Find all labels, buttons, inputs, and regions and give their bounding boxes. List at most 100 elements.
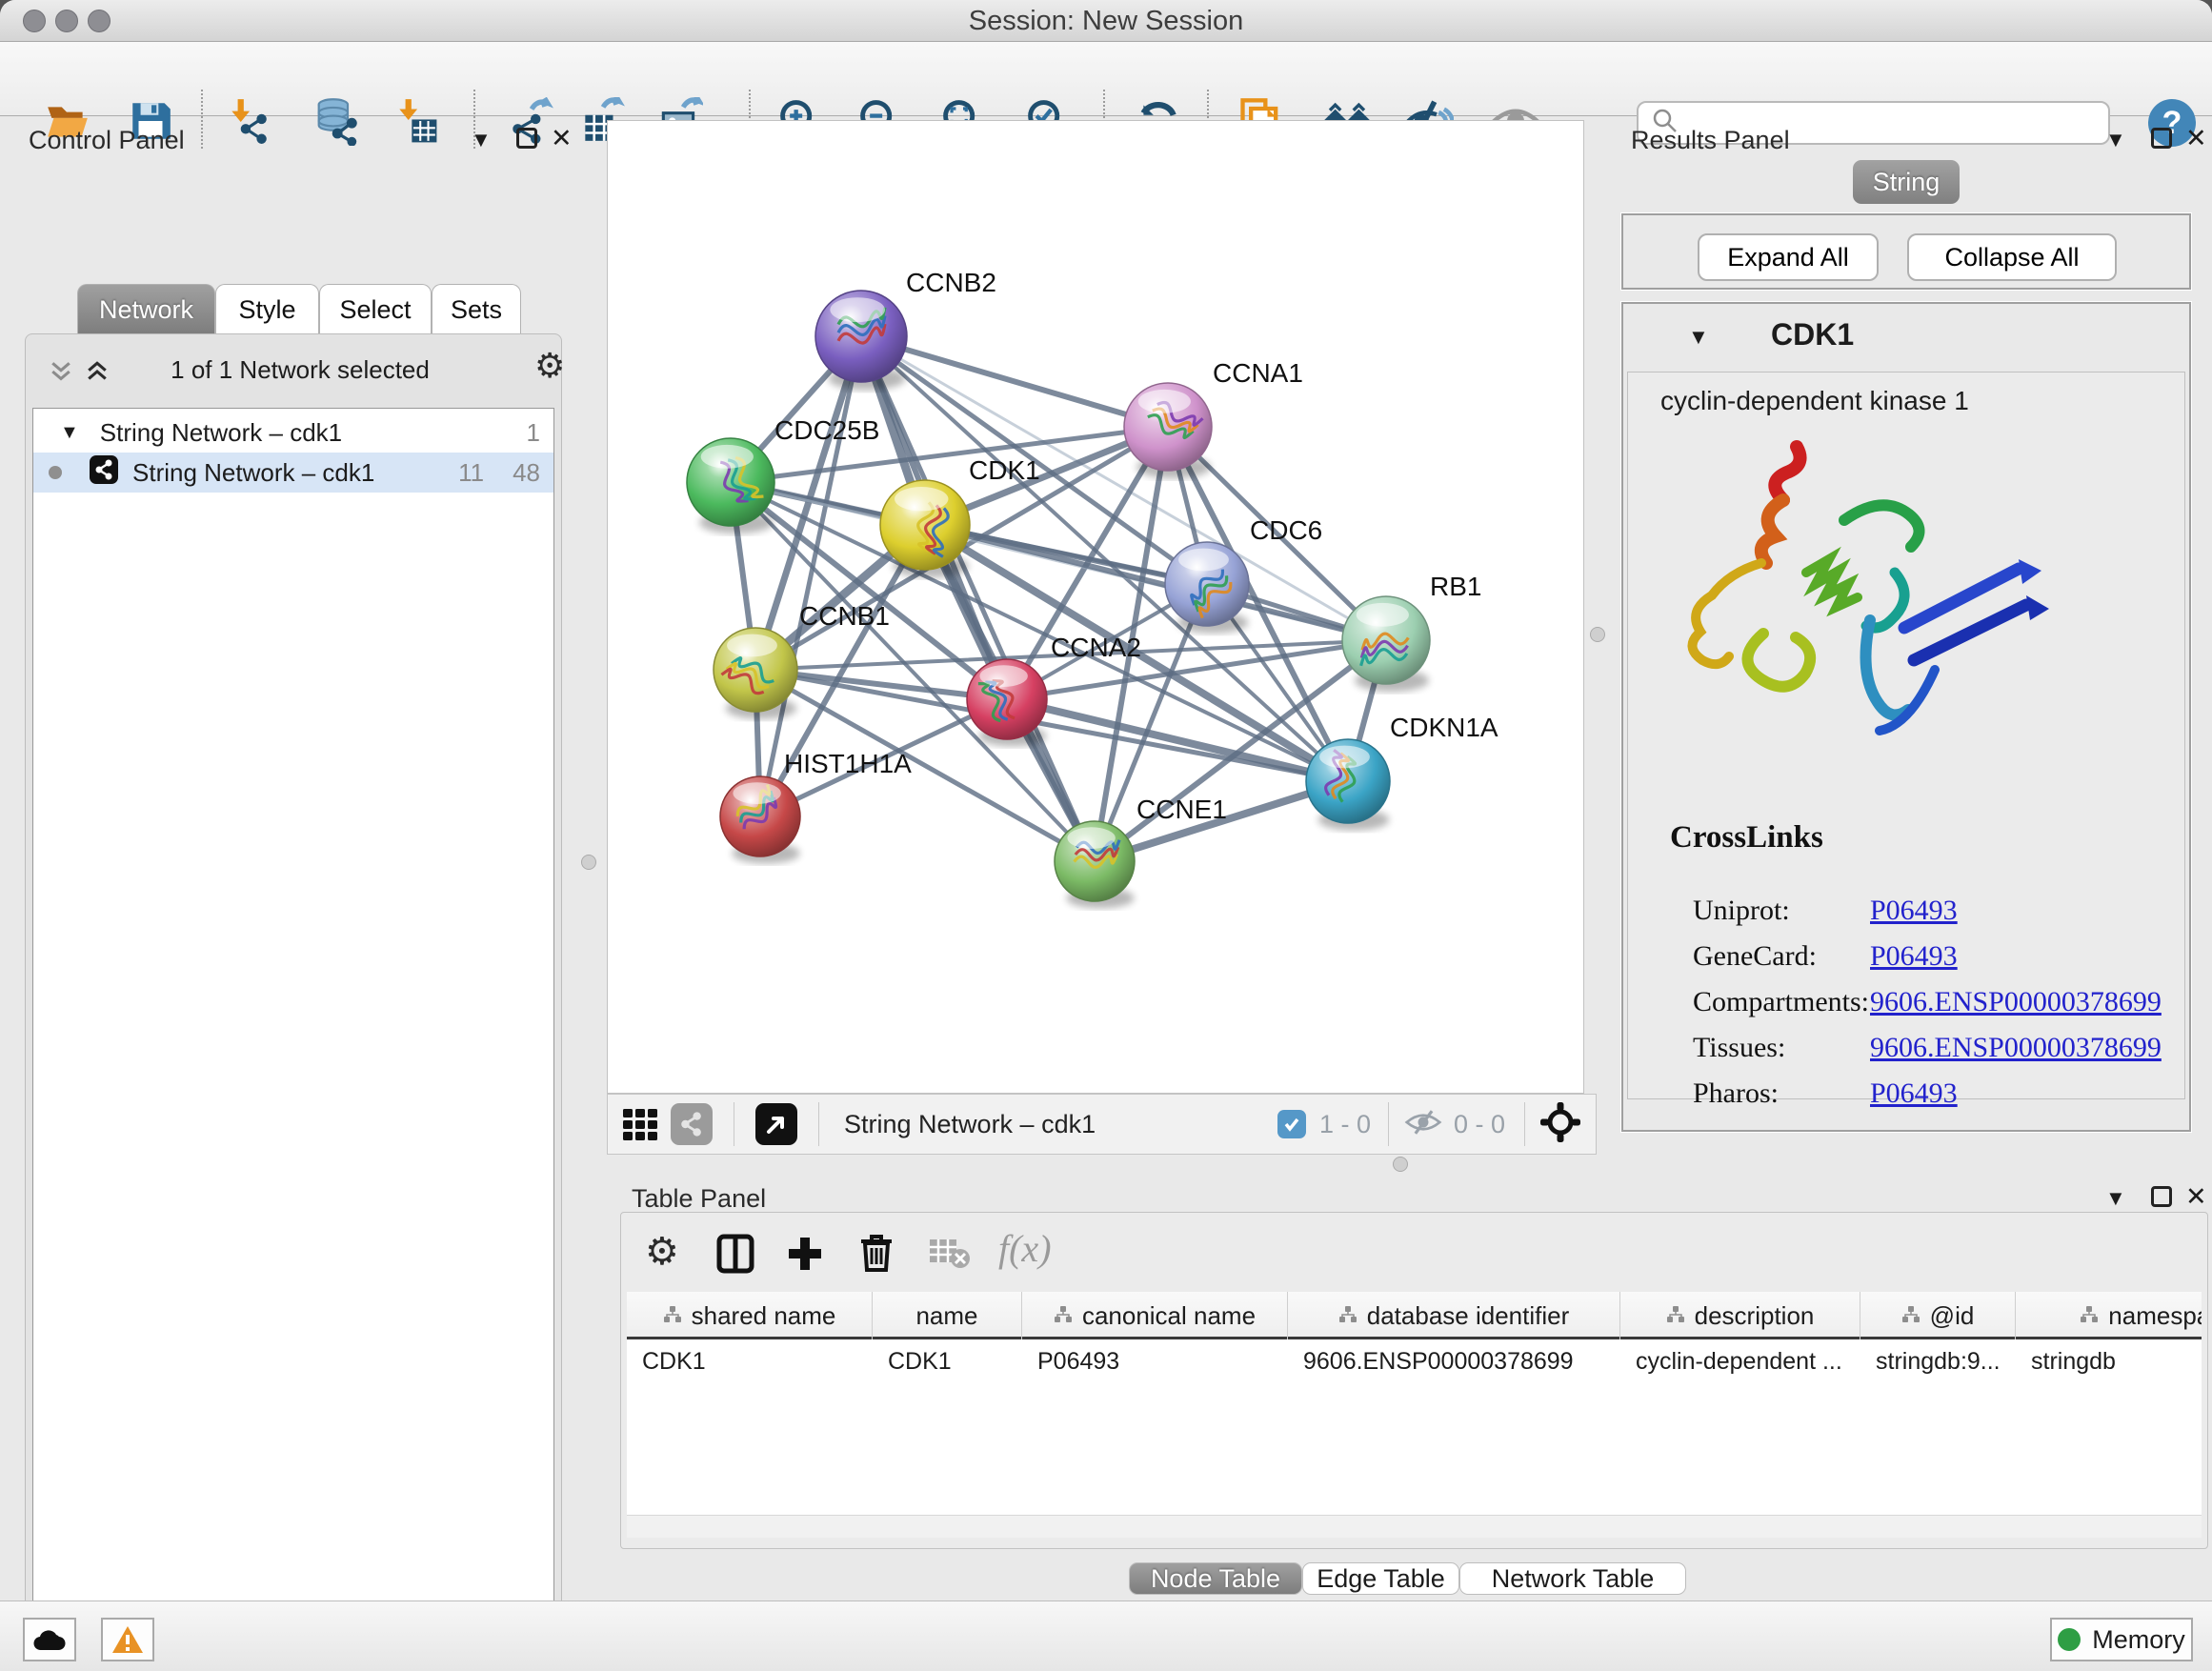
control-panel-title: Control Panel xyxy=(29,126,185,155)
float-panel-icon[interactable] xyxy=(2151,128,2172,149)
collapse-panel-icon[interactable]: ▼ xyxy=(2105,128,2126,152)
expand-all-networks-icon[interactable] xyxy=(47,357,75,391)
table-row[interactable]: CDK1CDK1P064939606.ENSP00000378699cyclin… xyxy=(627,1342,2202,1380)
selected-nodes-checkbox-icon[interactable] xyxy=(1277,1110,1306,1138)
node-label-CCNA1: CCNA1 xyxy=(1213,358,1303,388)
add-column-icon[interactable] xyxy=(785,1234,825,1278)
crosslinks-heading: CrossLinks xyxy=(1670,820,1823,856)
network-canvas[interactable]: CCNB2CCNA1CDC25BCDK1CDC6RB1CCNB1CCNA2CDK… xyxy=(607,120,1584,1094)
column-hierarchy-icon xyxy=(663,1301,682,1331)
network-label: String Network – cdk1 xyxy=(132,458,374,488)
node-label-CDKN1A: CDKN1A xyxy=(1390,713,1498,742)
selected-count: 1 - 0 xyxy=(1319,1110,1371,1139)
cloud-button[interactable] xyxy=(23,1618,76,1661)
tab-string[interactable]: String xyxy=(1853,160,1960,204)
network-node-CDC6[interactable] xyxy=(1165,542,1249,634)
column-header-database-identifier[interactable]: database identifier xyxy=(1288,1292,1620,1339)
network-view-title: String Network – cdk1 xyxy=(844,1110,1096,1139)
network-node-count: 11 xyxy=(458,458,484,488)
tree-expander-icon[interactable]: ▼ xyxy=(60,422,79,444)
gene-symbol: CDK1 xyxy=(1771,317,1854,352)
column-hierarchy-icon xyxy=(1054,1301,1073,1331)
network-node-CCNA1[interactable] xyxy=(1124,383,1212,478)
delete-table-icon[interactable] xyxy=(928,1238,970,1275)
float-panel-icon[interactable] xyxy=(516,128,537,149)
column-header-name[interactable]: name xyxy=(873,1292,1022,1339)
column-hierarchy-icon xyxy=(1666,1301,1685,1331)
collapse-all-button[interactable]: Collapse All xyxy=(1907,233,2117,281)
column-header-canonical-name[interactable]: canonical name xyxy=(1022,1292,1288,1339)
network-share-icon[interactable] xyxy=(671,1103,713,1145)
table-horizontal-scrollbar[interactable] xyxy=(627,1515,2202,1538)
function-builder-icon[interactable]: f(x) xyxy=(998,1226,1052,1271)
network-row-selected[interactable]: String Network – cdk1 11 48 xyxy=(33,453,553,493)
cell--id: stringdb:9... xyxy=(1860,1342,2016,1380)
expand-all-button[interactable]: Expand All xyxy=(1698,233,1879,281)
node-label-CDK1: CDK1 xyxy=(969,455,1040,485)
node-label-CCNA2: CCNA2 xyxy=(1051,633,1141,662)
memory-button[interactable]: Memory xyxy=(2050,1618,2193,1661)
network-node-CCNA2[interactable] xyxy=(967,659,1047,747)
network-node-CDC25B[interactable] xyxy=(687,438,774,534)
table-panel-title: Table Panel xyxy=(632,1184,766,1214)
show-columns-icon[interactable] xyxy=(716,1234,754,1278)
crosslink-uniprot-link[interactable]: P06493 xyxy=(1870,895,1958,927)
float-panel-icon[interactable] xyxy=(2151,1186,2172,1207)
tab-select[interactable]: Select xyxy=(319,284,432,334)
node-label-RB1: RB1 xyxy=(1430,572,1481,601)
warning-button[interactable] xyxy=(101,1618,154,1661)
network-node-CCNE1[interactable] xyxy=(1055,821,1135,909)
birds-eye-view-icon[interactable] xyxy=(619,1103,661,1145)
cell-canonical-name: P06493 xyxy=(1022,1342,1288,1380)
column-hierarchy-icon xyxy=(1338,1301,1357,1331)
cloud-icon xyxy=(32,1627,67,1652)
horizontal-splitter-handle[interactable] xyxy=(1393,1157,1408,1172)
crosslink-tissues-link[interactable]: 9606.ENSP00000378699 xyxy=(1870,1032,2162,1064)
tab-edge-table[interactable]: Edge Table xyxy=(1302,1562,1459,1595)
close-panel-icon[interactable]: ✕ xyxy=(551,124,573,153)
crosslink-pharos-link[interactable]: P06493 xyxy=(1870,1077,1958,1110)
network-collection-row[interactable]: ▼ String Network – cdk1 1 xyxy=(33,413,553,453)
gene-details-box: cyclin-dependent kinase 1 xyxy=(1627,372,2185,1099)
tab-network-table[interactable]: Network Table xyxy=(1459,1562,1686,1595)
close-panel-icon[interactable]: ✕ xyxy=(2185,124,2207,153)
tab-node-table[interactable]: Node Table xyxy=(1129,1562,1302,1595)
section-expander-icon[interactable]: ▼ xyxy=(1688,325,1709,350)
cell-database-identifier: 9606.ENSP00000378699 xyxy=(1288,1342,1620,1380)
right-splitter-handle[interactable] xyxy=(1590,627,1605,642)
tab-style[interactable]: Style xyxy=(215,284,319,334)
network-node-CDKN1A[interactable] xyxy=(1306,739,1390,831)
network-node-CCNB1[interactable] xyxy=(714,628,797,719)
delete-column-trash-icon[interactable] xyxy=(857,1232,895,1278)
collapse-panel-icon[interactable]: ▼ xyxy=(2105,1186,2126,1211)
crosslink-compartments-link[interactable]: 9606.ENSP00000378699 xyxy=(1870,986,2162,1018)
column-header--id[interactable]: @id xyxy=(1860,1292,2016,1339)
memory-label: Memory xyxy=(2092,1625,2185,1655)
collapse-all-networks-icon[interactable] xyxy=(83,357,111,391)
open-in-window-icon[interactable] xyxy=(755,1103,797,1145)
table-options-gear-icon[interactable]: ⚙ xyxy=(645,1230,679,1274)
left-splitter-handle[interactable] xyxy=(581,855,596,870)
node-label-CCNB2: CCNB2 xyxy=(906,268,996,297)
crosslink-label: Tissues: xyxy=(1693,1032,1785,1064)
close-panel-icon[interactable]: ✕ xyxy=(2185,1182,2207,1212)
column-header-namespace[interactable]: namespace xyxy=(2016,1292,2202,1339)
collapse-panel-icon[interactable]: ▼ xyxy=(471,128,492,152)
network-node-HIST1H1A[interactable] xyxy=(720,776,800,864)
node-label-CDC6: CDC6 xyxy=(1250,515,1322,545)
crosshair-icon[interactable] xyxy=(1540,1102,1580,1147)
network-options-gear-icon[interactable]: ⚙ xyxy=(534,346,565,386)
network-tree: ▼ String Network – cdk1 1 String Network… xyxy=(32,408,554,1671)
network-node-RB1[interactable] xyxy=(1342,596,1430,692)
node-label-HIST1H1A: HIST1H1A xyxy=(784,749,912,778)
crosslink-genecard-link[interactable]: P06493 xyxy=(1870,940,1958,973)
protein-structure-image xyxy=(1649,430,2059,787)
column-header-description[interactable]: description xyxy=(1620,1292,1860,1339)
main-toolbar: ? xyxy=(0,42,2212,116)
network-edge-count: 48 xyxy=(513,458,540,488)
tab-sets[interactable]: Sets xyxy=(432,284,521,334)
cell-description: cyclin-dependent ... xyxy=(1620,1342,1860,1380)
tab-network[interactable]: Network xyxy=(77,284,215,334)
network-edge-CCNB2-CCNA1 xyxy=(861,336,1168,427)
column-header-shared-name[interactable]: shared name xyxy=(627,1292,873,1339)
